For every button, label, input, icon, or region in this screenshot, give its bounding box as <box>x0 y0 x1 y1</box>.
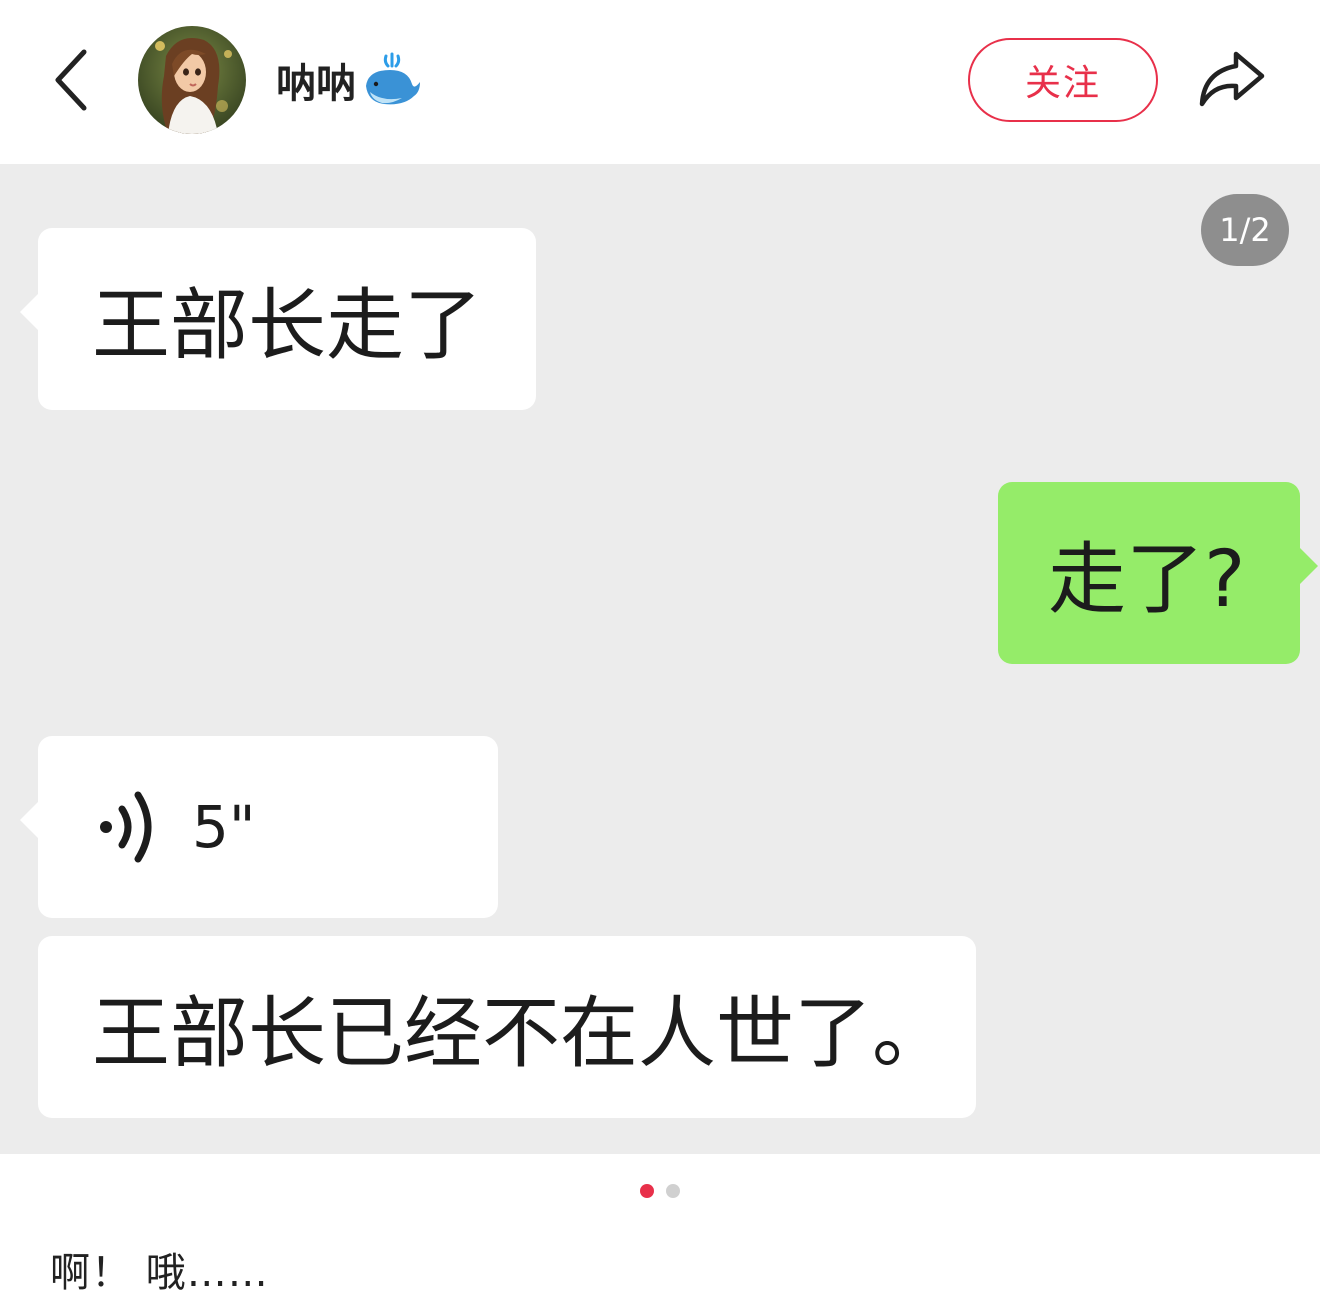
back-icon <box>55 49 87 111</box>
username-text: 呐呐 <box>276 61 356 107</box>
follow-button[interactable]: 关注 <box>968 38 1158 122</box>
avatar-image <box>138 26 246 134</box>
image-pagination <box>0 1184 1320 1198</box>
voice-message-bubble: 5" <box>20 736 498 918</box>
message-text: 走了? <box>1048 535 1246 625</box>
pagination-dot[interactable] <box>666 1184 680 1198</box>
chat-bubble-received: 王部长走了 <box>20 228 536 410</box>
voice-duration: 5" <box>192 793 256 861</box>
message-text: 王部长走了 <box>92 281 483 371</box>
share-button[interactable] <box>1196 44 1268 112</box>
chat-bubble-sent: 走了? <box>998 482 1318 664</box>
share-icon <box>1199 51 1265 107</box>
message-text: 王部长已经不在人世了。 <box>92 989 951 1079</box>
chat-bubble-received: 王部长已经不在人世了。 <box>38 936 976 1118</box>
back-button[interactable] <box>48 44 100 116</box>
username[interactable]: 呐呐 <box>276 50 422 110</box>
voice-icon <box>100 791 152 863</box>
post-header: 呐呐 关注 <box>0 0 1320 164</box>
page-counter: 1/2 <box>1201 194 1289 266</box>
post-image[interactable]: 1/2 王部长走了 走了? 5" 王部长已经不在人世了。 <box>0 164 1320 1154</box>
post-caption: 啊！ 哦…… <box>50 1250 269 1296</box>
whale-emoji-icon <box>366 52 420 105</box>
pagination-dot-active[interactable] <box>640 1184 654 1198</box>
avatar[interactable] <box>138 26 246 134</box>
